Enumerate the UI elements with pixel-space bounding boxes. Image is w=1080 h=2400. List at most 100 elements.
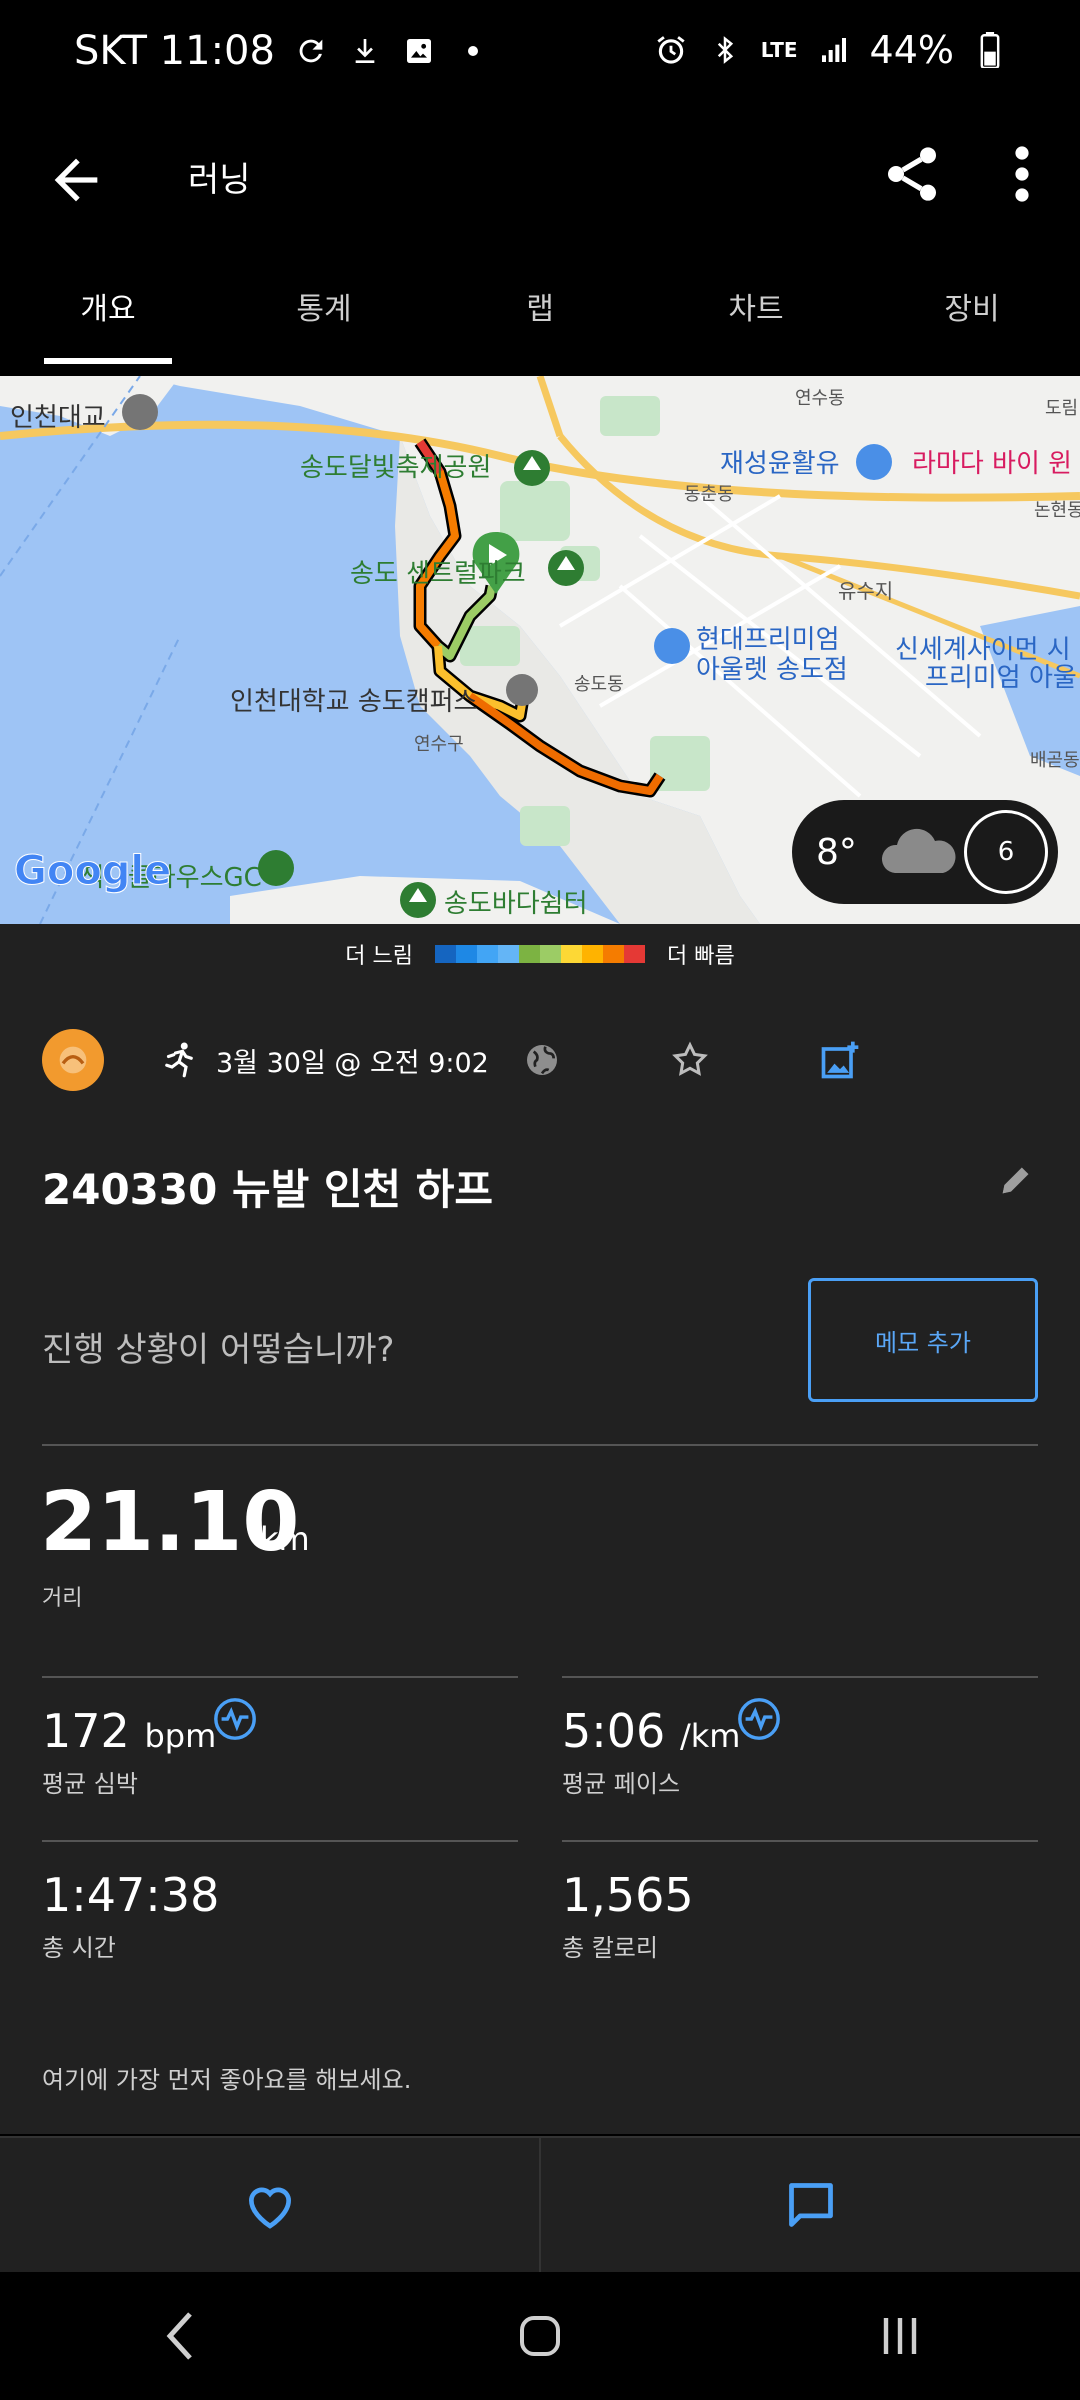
activity-date: 3월 30일 @ 오전 9:02 bbox=[216, 1047, 489, 1079]
svg-text:현대프리미엄: 현대프리미엄 bbox=[696, 625, 840, 655]
svg-text:유수지: 유수지 bbox=[838, 579, 893, 603]
avg-pace-unit: /km bbox=[679, 1717, 741, 1755]
legend-color-swatch bbox=[561, 945, 582, 963]
nav-home-button[interactable] bbox=[500, 2296, 580, 2376]
legend-color-swatch bbox=[498, 945, 519, 963]
svg-text:배곧동: 배곧동 bbox=[1030, 750, 1080, 771]
alarm-icon bbox=[653, 32, 689, 68]
gallery-icon bbox=[401, 33, 437, 69]
svg-text:인천대교: 인천대교 bbox=[10, 403, 106, 433]
back-button[interactable] bbox=[44, 148, 108, 212]
avg-heart-rate: 172 bpm bbox=[42, 1708, 216, 1754]
recents-icon bbox=[883, 2318, 917, 2354]
edit-pencil-icon[interactable] bbox=[996, 1160, 1036, 1200]
speed-gradient-bar bbox=[435, 945, 645, 963]
divider bbox=[42, 1840, 518, 1842]
legend-color-swatch bbox=[603, 945, 624, 963]
legend-color-swatch bbox=[582, 945, 603, 963]
legend-color-swatch bbox=[435, 945, 456, 963]
weather-temperature: 8° bbox=[816, 831, 857, 873]
status-left: SKT 11:08 bbox=[74, 28, 491, 74]
legend-color-swatch bbox=[624, 945, 645, 963]
page-title: 러닝 bbox=[188, 160, 251, 200]
activity-summary: 3월 30일 @ 오전 9:02 240330 뉴발 인천 하프 진행 상황이 … bbox=[0, 984, 1080, 2134]
svg-text:동춘동: 동춘동 bbox=[684, 484, 734, 505]
battery-percent: 44% bbox=[869, 28, 954, 72]
social-action-bar bbox=[0, 2136, 1080, 2272]
nav-back-button[interactable] bbox=[140, 2296, 220, 2376]
like-button[interactable] bbox=[0, 2138, 539, 2272]
more-vert-icon bbox=[1015, 146, 1029, 202]
avg-heart-rate-label: 평균 심박 bbox=[42, 1770, 138, 1798]
arrow-left-icon bbox=[54, 158, 98, 202]
pulse-icon[interactable] bbox=[736, 1696, 782, 1742]
svg-text:라마다 바이 윈: 라마다 바이 윈 bbox=[912, 449, 1072, 479]
divider bbox=[562, 1840, 1038, 1842]
svg-text:아울렛 송도점: 아울렛 송도점 bbox=[696, 655, 848, 685]
wind-indicator: 6 bbox=[964, 810, 1048, 894]
signal-icon bbox=[816, 32, 852, 68]
svg-text:프리미엄 아울: 프리미엄 아울 bbox=[925, 663, 1077, 693]
more-options-button[interactable] bbox=[1000, 138, 1044, 210]
legend-color-swatch bbox=[456, 945, 477, 963]
wind-speed: 6 bbox=[997, 837, 1015, 867]
globe-icon[interactable] bbox=[522, 1040, 562, 1080]
avatar[interactable] bbox=[42, 1029, 104, 1091]
network-type: LTE bbox=[760, 38, 798, 62]
heart-icon bbox=[248, 2187, 291, 2229]
progress-prompt: 진행 상황이 어떻습니까? bbox=[42, 1330, 395, 1370]
total-calories-value: 1,565 bbox=[562, 1868, 694, 1922]
add-memo-button[interactable]: 메모 추가 bbox=[808, 1278, 1038, 1402]
speed-legend: 더 느림 더 빠름 bbox=[0, 924, 1080, 984]
download-icon bbox=[347, 33, 383, 69]
nav-recents-button[interactable] bbox=[860, 2296, 940, 2376]
divider bbox=[562, 1676, 1038, 1678]
avg-pace: 5:06 /km bbox=[562, 1708, 740, 1754]
svg-text:연수구: 연수구 bbox=[414, 734, 464, 755]
star-icon[interactable] bbox=[670, 1040, 710, 1080]
svg-text:인천대학교 송도캠퍼스: 인천대학교 송도캠퍼스 bbox=[230, 687, 477, 717]
comment-button[interactable] bbox=[539, 2138, 1080, 2272]
activity-meta-row: 3월 30일 @ 오전 9:02 bbox=[42, 1024, 1042, 1096]
legend-color-swatch bbox=[540, 945, 561, 963]
svg-text:재성윤활유: 재성윤활유 bbox=[720, 449, 840, 479]
tab-laps[interactable]: 랩 bbox=[432, 262, 648, 368]
tab-overview[interactable]: 개요 bbox=[0, 262, 216, 368]
pulse-icon[interactable] bbox=[212, 1696, 258, 1742]
svg-text:송도바다쉼터: 송도바다쉼터 bbox=[444, 889, 588, 919]
comment-icon bbox=[788, 2183, 833, 2227]
avatar-image-icon bbox=[59, 1046, 87, 1074]
avg-heart-rate-unit: bpm bbox=[144, 1717, 217, 1755]
total-time: 1:47:38 bbox=[42, 1872, 219, 1918]
svg-text:송도 센트럴파크: 송도 센트럴파크 bbox=[350, 559, 526, 589]
svg-text:신세계사이먼 시: 신세계사이먼 시 bbox=[895, 635, 1071, 665]
add-photo-icon[interactable] bbox=[818, 1038, 862, 1082]
tab-gear[interactable]: 장비 bbox=[864, 262, 1080, 368]
bluetooth-icon bbox=[707, 32, 743, 68]
divider bbox=[42, 1444, 1038, 1446]
avg-heart-rate-value: 172 bbox=[42, 1704, 130, 1758]
status-bar: SKT 11:08 LTE 44% bbox=[0, 0, 1080, 112]
share-button[interactable] bbox=[880, 138, 944, 210]
google-logo: Google bbox=[14, 848, 171, 894]
status-right: LTE 44% bbox=[653, 28, 1008, 72]
total-calories-label: 총 칼로리 bbox=[562, 1934, 658, 1962]
svg-text:도림: 도림 bbox=[1045, 398, 1078, 419]
legend-color-swatch bbox=[477, 945, 498, 963]
tab-charts[interactable]: 차트 bbox=[648, 262, 864, 368]
chevron-left-icon bbox=[166, 2312, 192, 2360]
battery-icon bbox=[972, 32, 1008, 68]
svg-text:논현동: 논현동 bbox=[1034, 500, 1080, 521]
svg-text:연수동: 연수동 bbox=[795, 388, 845, 409]
app-bar: 러닝 bbox=[0, 112, 1080, 272]
divider bbox=[42, 1676, 518, 1678]
carrier-time: SKT 11:08 bbox=[74, 28, 275, 74]
share-icon bbox=[888, 147, 936, 201]
tab-stats[interactable]: 통계 bbox=[216, 262, 432, 368]
weather-widget[interactable]: 8° 6 bbox=[792, 800, 1058, 904]
avg-pace-label: 평균 페이스 bbox=[562, 1770, 681, 1798]
activity-title: 240330 뉴발 인천 하프 bbox=[42, 1165, 494, 1214]
avg-pace-value: 5:06 bbox=[562, 1704, 666, 1758]
total-time-value: 1:47:38 bbox=[42, 1868, 220, 1922]
legend-color-swatch bbox=[519, 945, 540, 963]
